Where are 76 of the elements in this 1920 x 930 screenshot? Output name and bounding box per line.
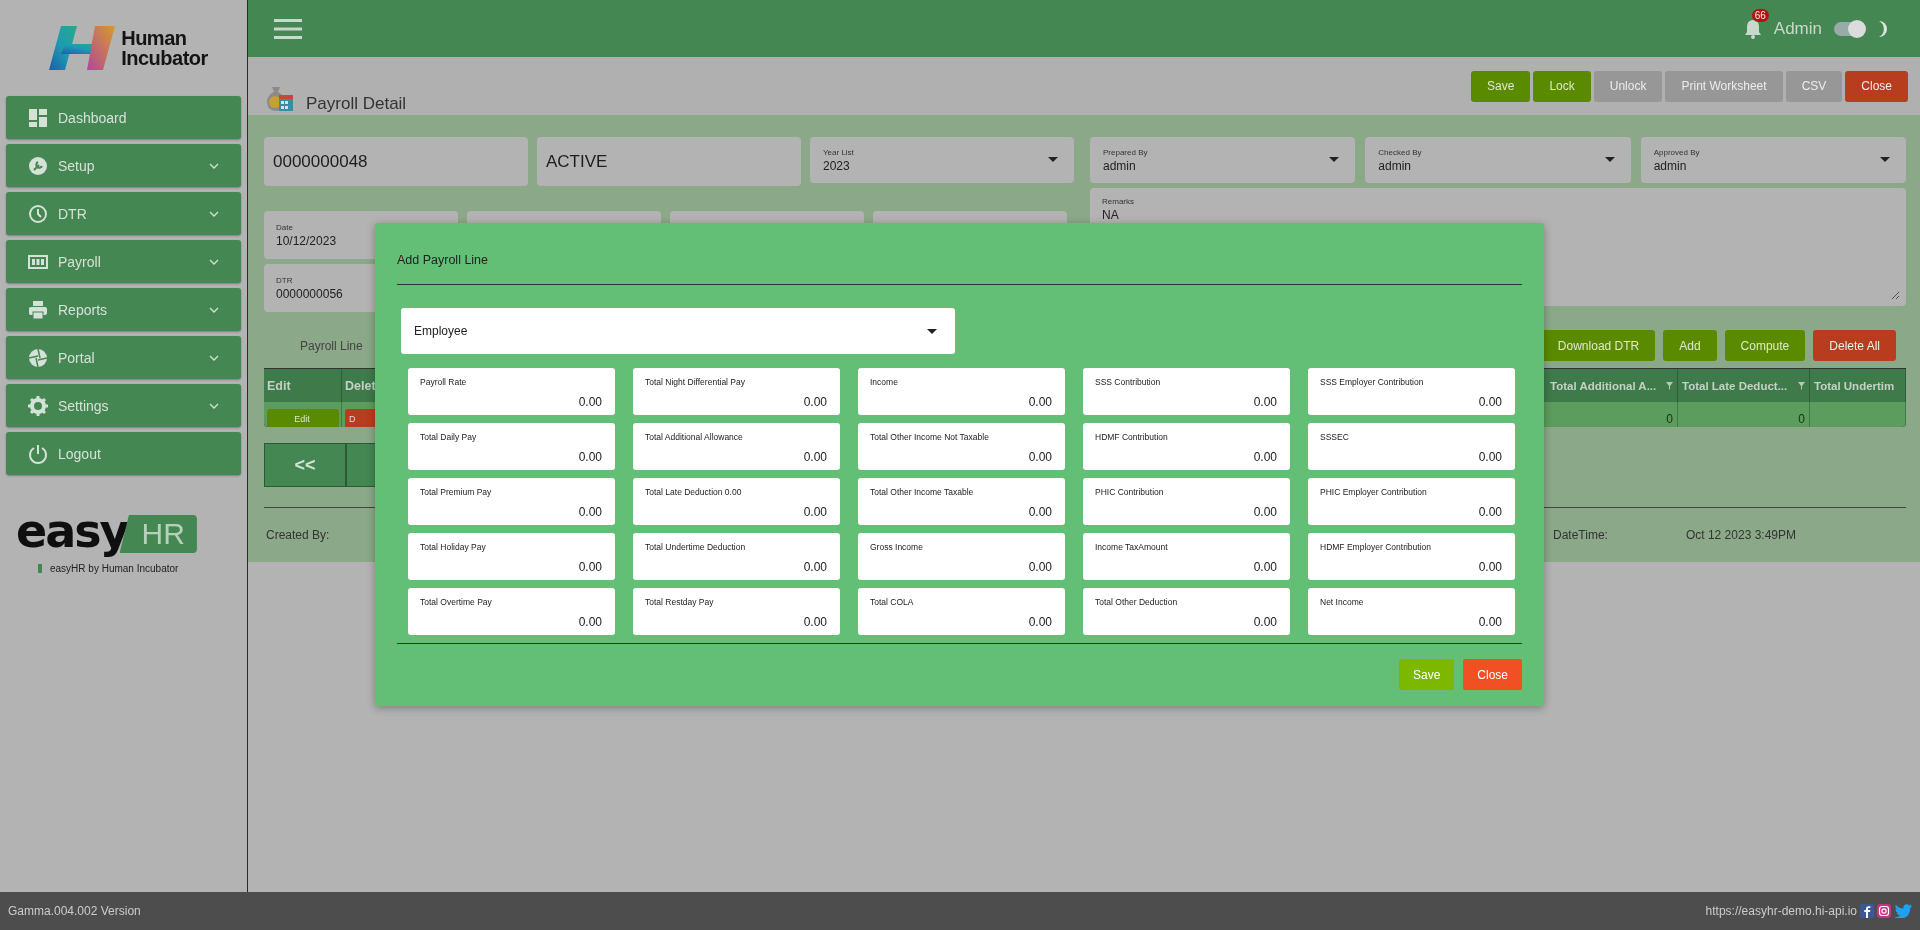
filter-icon[interactable] <box>1666 381 1673 390</box>
status-field[interactable]: ACTIVE <box>537 137 801 186</box>
page-title: Payroll Detail <box>306 94 407 114</box>
tagline: easyHR by Human Incubator <box>50 563 179 574</box>
chevron-down-icon <box>209 162 219 169</box>
aperture-icon <box>28 347 48 368</box>
datetime-label: DateTime: <box>1553 528 1608 542</box>
caret-icon <box>1880 157 1890 162</box>
chevron-down-icon <box>209 210 219 217</box>
amount-field[interactable]: Total Overtime Pay 0.00 <box>408 588 615 635</box>
signatory-select[interactable]: Checked By admin <box>1365 137 1631 183</box>
chevron-down-icon <box>209 306 219 313</box>
amount-field[interactable]: Net Income 0.00 <box>1308 588 1515 635</box>
caret-icon <box>927 328 937 334</box>
dashboard-icon <box>28 107 48 128</box>
amount-field[interactable]: Total Late Deduction 0.00 0.00 <box>633 478 840 525</box>
brand-logo-icon <box>49 24 116 72</box>
amount-field[interactable]: Income TaxAmount 0.00 <box>1083 533 1290 580</box>
employee-select[interactable]: Employee <box>401 308 955 354</box>
filter-icon[interactable] <box>1798 381 1805 390</box>
clock-icon <box>28 203 48 224</box>
table-cell: 0 <box>1546 402 1678 427</box>
instagram-icon[interactable] <box>1877 904 1891 918</box>
printer-icon <box>28 299 48 320</box>
amount-field[interactable]: Total Daily Pay 0.00 <box>408 423 615 470</box>
amount-field[interactable]: Total Restday Pay 0.00 <box>633 588 840 635</box>
amount-field[interactable]: Payroll Rate 0.00 <box>408 368 615 415</box>
gear-icon <box>28 395 48 416</box>
chevron-down-icon <box>209 402 219 409</box>
menu-icon[interactable] <box>274 18 302 39</box>
bell-icon[interactable] <box>1743 18 1762 39</box>
amount-field[interactable]: HDMF Employer Contribution 0.00 <box>1308 533 1515 580</box>
amount-field[interactable]: PHIC Employer Contribution 0.00 <box>1308 478 1515 525</box>
facebook-icon[interactable] <box>1860 904 1874 918</box>
amount-field[interactable]: PHIC Contribution 0.00 <box>1083 478 1290 525</box>
site-url[interactable]: https://easyhr-demo.hi-api.io <box>1705 904 1857 918</box>
amount-field[interactable]: HDMF Contribution 0.00 <box>1083 423 1290 470</box>
tagline-marker <box>38 564 42 573</box>
amount-field[interactable]: Total Premium Pay 0.00 <box>408 478 615 525</box>
amount-field[interactable]: SSSEC 0.00 <box>1308 423 1515 470</box>
amount-field[interactable]: Total Undertime Deduction 0.00 <box>633 533 840 580</box>
resize-handle-icon[interactable] <box>1891 291 1900 300</box>
datetime-value: Oct 12 2023 3:49PM <box>1685 528 1796 542</box>
twitter-bird-icon[interactable] <box>1894 904 1912 918</box>
caret-icon <box>1604 157 1615 162</box>
amount-field[interactable]: Total Other Income Not Taxable 0.00 <box>858 423 1065 470</box>
version-text: Gamma.004.002 Version <box>8 904 141 918</box>
amount-field[interactable]: Income 0.00 <box>858 368 1065 415</box>
payroll-number-field[interactable]: 0000000048 <box>264 137 528 186</box>
amount-field[interactable]: Total Other Income Taxable 0.00 <box>858 478 1065 525</box>
action-button[interactable]: Close <box>1845 70 1908 102</box>
wrench-icon <box>28 155 48 176</box>
signatory-select[interactable]: Prepared By admin <box>1090 137 1356 183</box>
chevron-down-icon <box>209 354 219 361</box>
power-icon <box>28 443 48 464</box>
amount-field[interactable]: SSS Contribution 0.00 <box>1083 368 1290 415</box>
brand-name: Human Incubator <box>121 28 208 68</box>
signatory-select[interactable]: Approved By admin <box>1640 137 1906 183</box>
caret-icon <box>1329 157 1340 162</box>
caret-icon <box>1048 157 1058 162</box>
amount-field[interactable]: SSS Employer Contribution 0.00 <box>1308 368 1515 415</box>
toolbar-button[interactable]: Delete All <box>1813 330 1896 361</box>
amount-field[interactable]: Total Holiday Pay 0.00 <box>408 533 615 580</box>
amount-field[interactable]: Total Other Deduction 0.00 <box>1083 588 1290 635</box>
year-select[interactable]: Year List 2023 <box>810 137 1074 183</box>
amount-field[interactable]: Total Additional Allowance 0.00 <box>633 423 840 470</box>
table-cell: 0 <box>1678 402 1810 427</box>
payroll-line-tab[interactable]: Payroll Line <box>300 338 363 353</box>
theme-toggle[interactable] <box>1834 21 1864 36</box>
created-by-label: Created By: <box>266 528 330 542</box>
chevron-down-icon <box>209 258 219 265</box>
amount-field[interactable]: Total Night Differential Pay 0.00 <box>633 368 840 415</box>
notification-badge: 66 <box>1751 8 1769 22</box>
amount-field[interactable]: Gross Income 0.00 <box>858 533 1065 580</box>
amount-field[interactable]: Total COLA 0.00 <box>858 588 1065 635</box>
dialog-button[interactable]: Close <box>1463 659 1522 690</box>
